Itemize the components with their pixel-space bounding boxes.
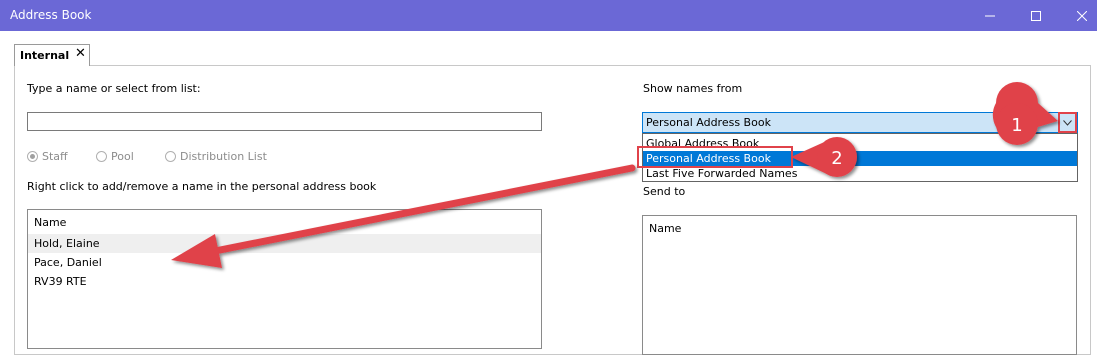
radio-staff[interactable]: Staff: [27, 150, 68, 163]
title-bar: Address Book: [0, 0, 1097, 31]
radio-pool[interactable]: Pool: [96, 150, 134, 163]
dropdown-toggle-button[interactable]: [1058, 112, 1077, 133]
highlight-box: [637, 146, 793, 168]
close-button[interactable]: [1059, 0, 1097, 31]
address-book-select[interactable]: Personal Address Book: [642, 112, 1078, 133]
column-header-name[interactable]: Name: [649, 222, 681, 235]
radio-label: Distribution List: [180, 150, 267, 163]
search-label: Type a name or select from list:: [27, 82, 201, 95]
radio-distribution-list[interactable]: Distribution List: [165, 150, 267, 163]
tab-close-icon[interactable]: ✕: [75, 47, 86, 61]
radio-unchecked-icon: [165, 151, 176, 162]
name-search-input[interactable]: [27, 112, 542, 131]
list-item[interactable]: Hold, Elaine: [28, 234, 541, 253]
show-names-label: Show names from: [643, 82, 743, 95]
tab-label: Internal: [20, 49, 70, 62]
maximize-icon: [1031, 10, 1041, 21]
list-item[interactable]: RV39 RTE: [28, 272, 541, 291]
list-item[interactable]: Pace, Daniel: [28, 253, 541, 272]
option-last-five-forwarded[interactable]: Last Five Forwarded Names: [643, 166, 1077, 181]
names-list[interactable]: Name Hold, Elaine Pace, Daniel RV39 RTE: [27, 209, 542, 349]
radio-checked-icon: [27, 151, 38, 162]
radio-label: Pool: [111, 150, 134, 163]
minimize-icon: [985, 15, 995, 16]
minimize-button[interactable]: [967, 0, 1013, 31]
radio-unchecked-icon: [96, 151, 107, 162]
personal-book-hint: Right click to add/remove a name in the …: [27, 180, 377, 193]
radio-label: Staff: [42, 150, 68, 163]
window-title: Address Book: [10, 8, 92, 22]
send-to-label: Send to: [643, 185, 686, 198]
close-icon: [1077, 10, 1087, 21]
column-header-name[interactable]: Name: [34, 216, 66, 229]
maximize-button[interactable]: [1013, 0, 1059, 31]
chevron-down-icon: [1063, 119, 1072, 126]
tab-internal[interactable]: Internal ✕: [14, 44, 90, 66]
send-to-list[interactable]: Name: [642, 215, 1077, 355]
select-value: Personal Address Book: [646, 116, 771, 129]
